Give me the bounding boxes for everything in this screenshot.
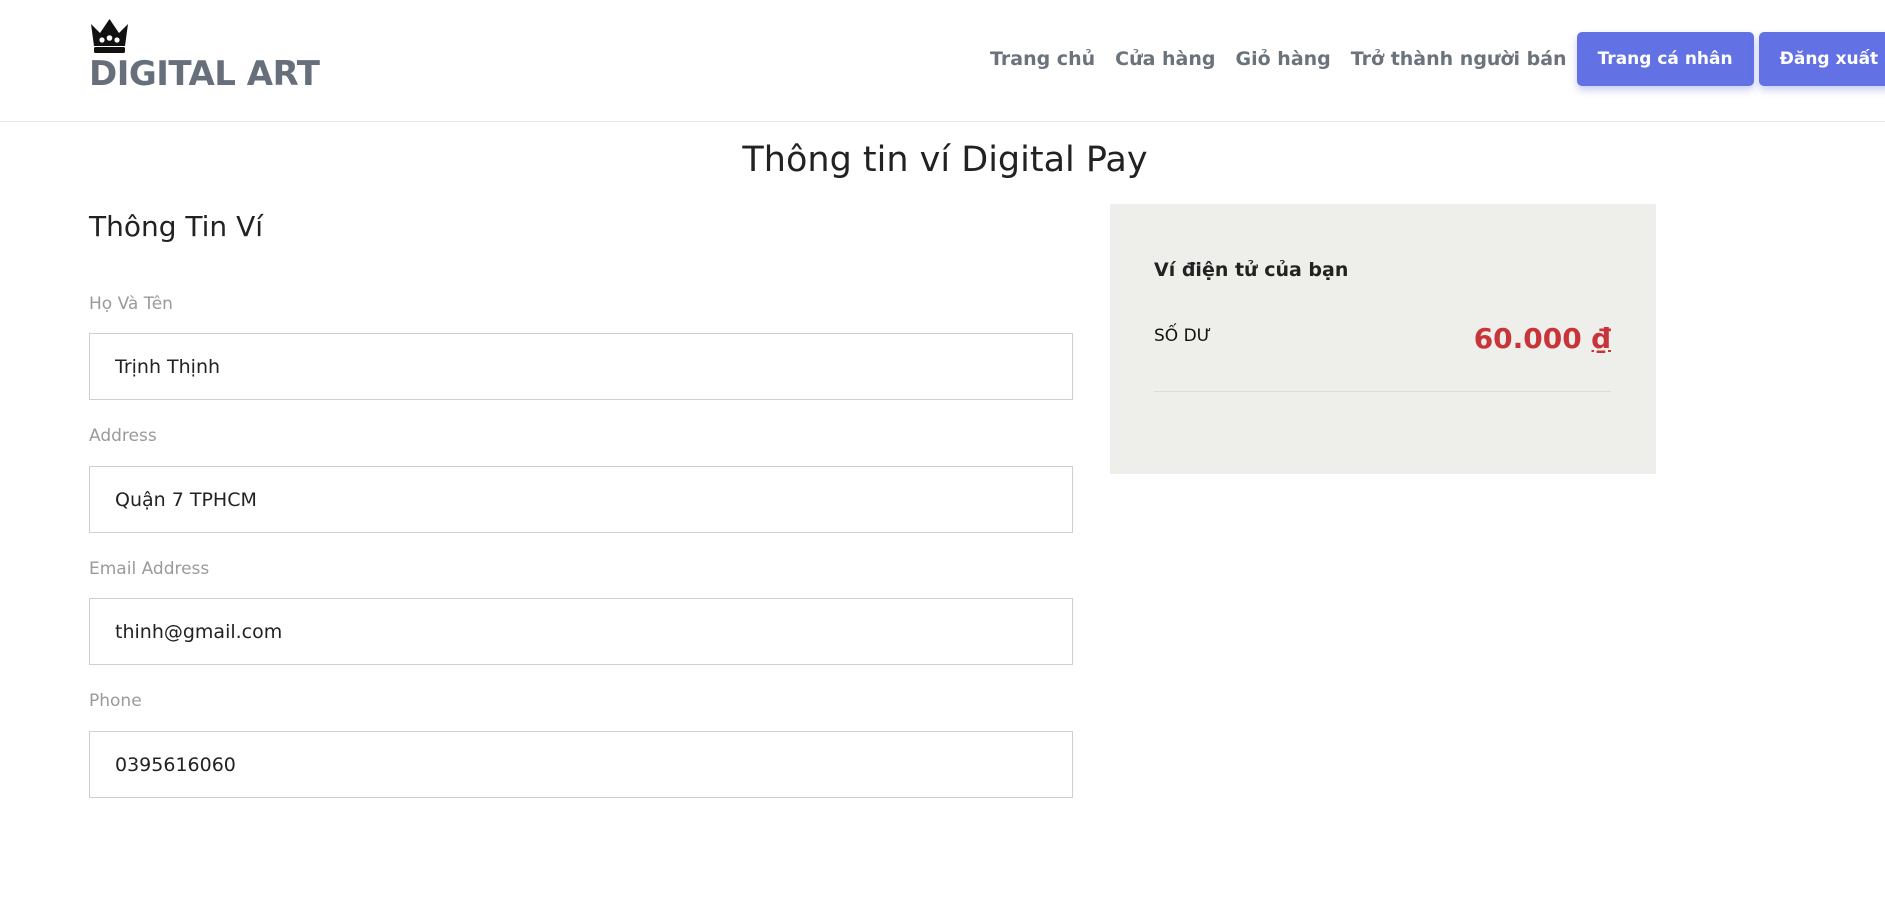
brand-logo-link[interactable]: DIGITAL ART bbox=[89, 18, 339, 98]
nav-link-home[interactable]: Trang chủ bbox=[990, 48, 1095, 70]
nav-link-become-seller[interactable]: Trở thành người bán bbox=[1351, 48, 1567, 70]
site-header: DIGITAL ART Trang chủ Cửa hàng Giỏ hàng … bbox=[0, 0, 1885, 122]
profile-button[interactable]: Trang cá nhân bbox=[1576, 32, 1754, 86]
phone-label: Phone bbox=[89, 691, 142, 711]
crown-icon bbox=[91, 19, 128, 53]
nav-link-cart[interactable]: Giỏ hàng bbox=[1236, 48, 1331, 70]
address-label: Address bbox=[89, 426, 157, 446]
page-title: Thông tin ví Digital Pay bbox=[742, 140, 1148, 180]
main-nav: Trang chủ Cửa hàng Giỏ hàng Trở thành ng… bbox=[990, 32, 1885, 86]
wallet-card: Ví điện tử của bạn SỐ DƯ 60.000 ₫ bbox=[1110, 204, 1656, 474]
nav-link-shop[interactable]: Cửa hàng bbox=[1115, 48, 1215, 70]
wallet-divider bbox=[1154, 391, 1611, 392]
phone-field[interactable] bbox=[89, 731, 1073, 798]
logout-button[interactable]: Đăng xuất bbox=[1758, 32, 1885, 86]
balance-amount: 60.000 bbox=[1473, 322, 1582, 355]
full-name-field[interactable] bbox=[89, 333, 1073, 400]
balance-label: SỐ DƯ bbox=[1154, 326, 1212, 346]
full-name-label: Họ Và Tên bbox=[89, 294, 173, 314]
wallet-card-title: Ví điện tử của bạn bbox=[1154, 259, 1349, 281]
email-label: Email Address bbox=[89, 559, 210, 579]
brand-name: DIGITAL ART bbox=[89, 54, 320, 94]
address-field[interactable] bbox=[89, 466, 1073, 533]
balance-value: 60.000 ₫ bbox=[1474, 322, 1611, 355]
email-field[interactable] bbox=[89, 598, 1073, 665]
wallet-info-section-title: Thông Tin Ví bbox=[89, 210, 264, 243]
currency-symbol: ₫ bbox=[1591, 322, 1611, 355]
